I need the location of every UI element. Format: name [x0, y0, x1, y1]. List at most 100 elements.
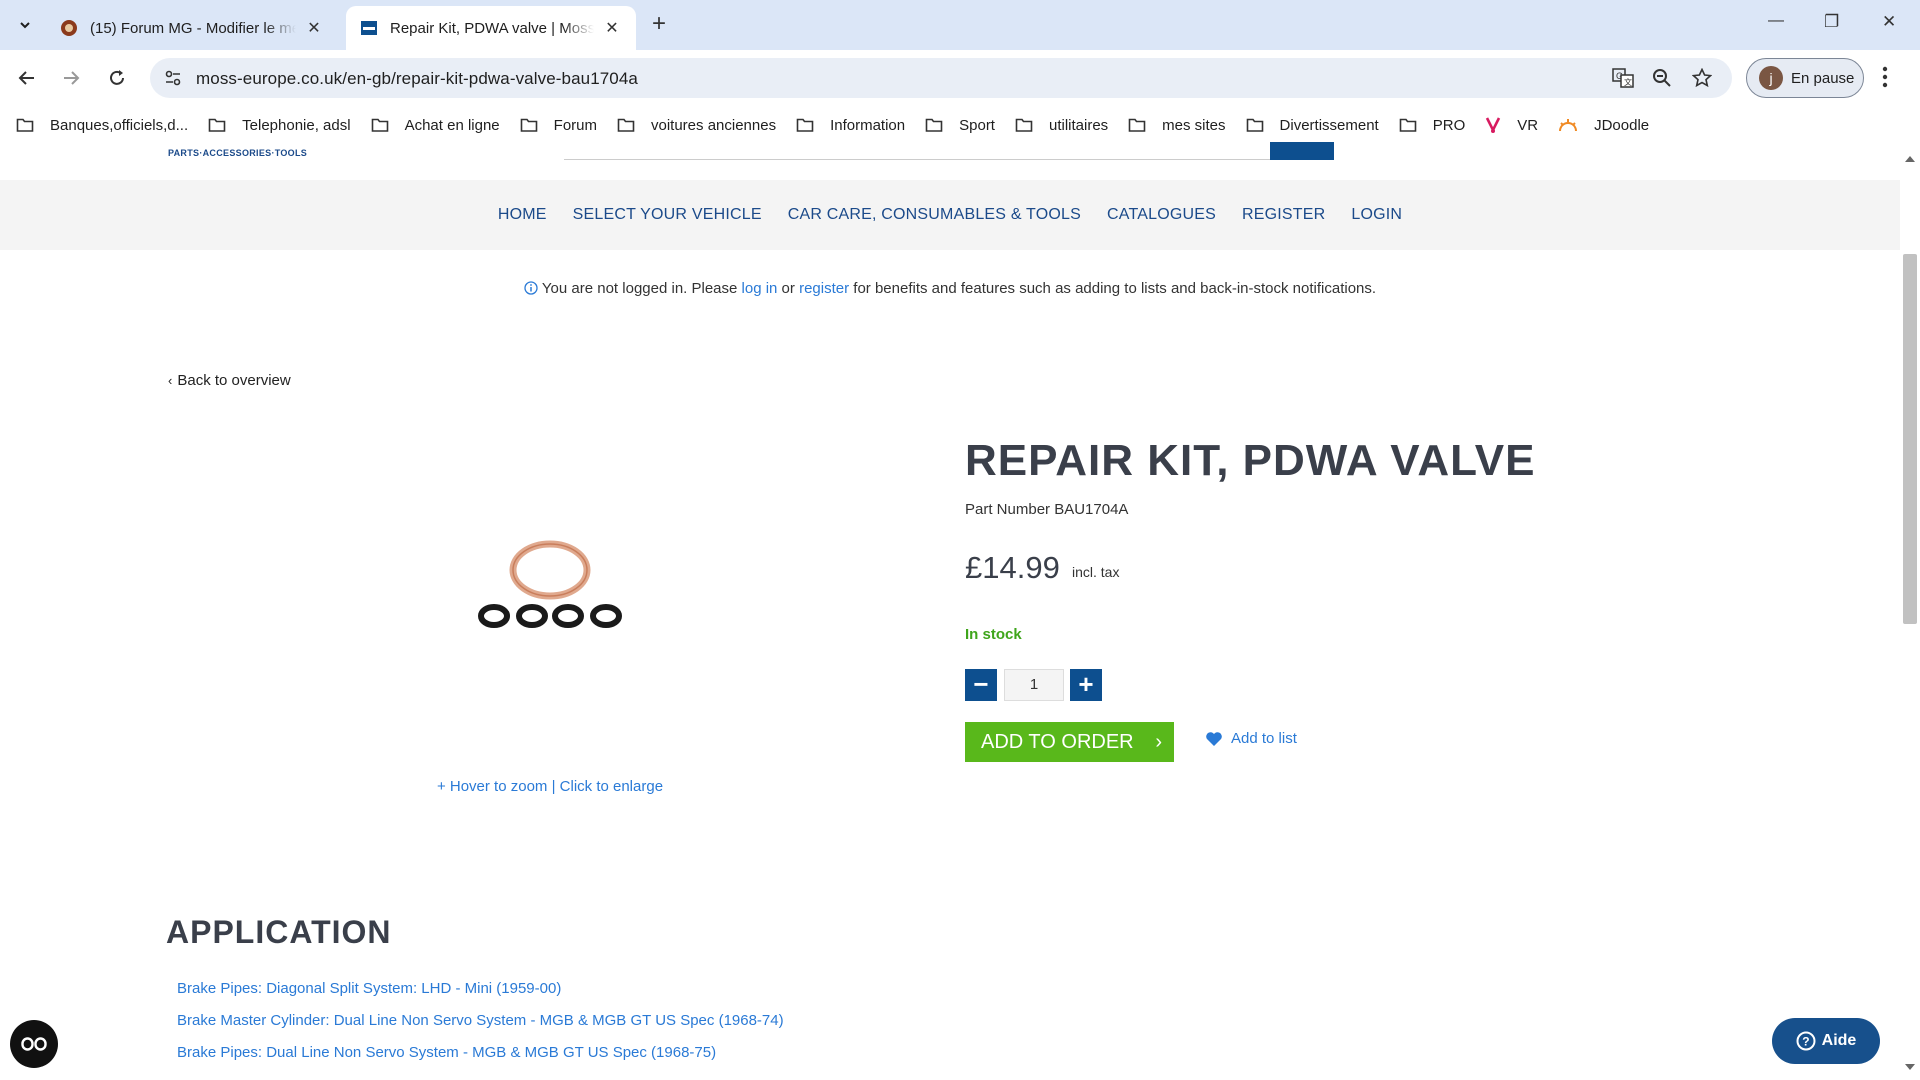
site-search-button[interactable] [1270, 142, 1334, 160]
site-search-input[interactable] [564, 142, 1334, 160]
notice-prefix: You are not logged in. Please [541, 280, 742, 297]
avatar: j [1759, 66, 1783, 90]
notice-suffix: for benefits and features such as adding… [849, 280, 1377, 297]
logo-tagline: PARTS·ACCESSORIES·TOOLS [168, 148, 308, 158]
tab-forum-mg[interactable]: (15) Forum MG - Modifier le message ✕ [46, 6, 338, 50]
folder-icon [208, 117, 234, 133]
tab-strip: (15) Forum MG - Modifier le message ✕ Re… [0, 0, 1920, 50]
nav-register[interactable]: REGISTER [1242, 206, 1325, 224]
tab-title: (15) Forum MG - Modifier le message [90, 19, 296, 37]
back-link-label: Back to overview [177, 372, 291, 389]
folder-icon [1246, 117, 1272, 133]
register-link[interactable]: register [799, 280, 849, 297]
nav-catalogues[interactable]: CATALOGUES [1107, 206, 1216, 224]
application-link[interactable]: Brake Master Cylinder: Dual Line Non Ser… [177, 1012, 784, 1029]
bookmarks-bar: Banques,officiels,d... Telephonie, adsl Ac… [0, 108, 1920, 142]
add-to-order-button[interactable]: ADD TO ORDER › [965, 722, 1174, 762]
scroll-down-icon[interactable] [1905, 1064, 1915, 1070]
quantity-minus-button[interactable]: − [965, 669, 997, 701]
chevron-right-icon: › [1155, 731, 1162, 753]
tab-moss-europe[interactable]: Repair Kit, PDWA valve | Moss Europe ✕ [346, 6, 636, 50]
bookmark-item[interactable]: Sport [925, 117, 995, 134]
folder-icon [617, 117, 643, 133]
bookmark-label: Divertissement [1279, 116, 1379, 134]
back-to-overview-link[interactable]: ‹ Back to overview [168, 372, 291, 389]
bookmark-item[interactable]: Divertissement [1246, 117, 1379, 134]
add-to-list-link[interactable]: Add to list [1205, 730, 1297, 747]
address-bar[interactable]: moss-europe.co.uk/en-gb/repair-kit-pdwa-… [150, 58, 1732, 98]
bookmark-item[interactable]: Telephonie, adsl [208, 116, 351, 134]
bookmark-item[interactable]: mes sites [1128, 117, 1226, 134]
bookmark-item[interactable]: Achat en ligne [371, 117, 500, 134]
svg-text:文: 文 [1624, 77, 1632, 87]
bookmark-item[interactable]: Forum [520, 117, 597, 134]
bookmark-label: Sport [959, 116, 995, 134]
bookmark-item[interactable]: VR [1485, 116, 1538, 134]
help-button[interactable]: ? Aide [1772, 1018, 1880, 1064]
stock-status: In stock [965, 626, 1022, 643]
minimize-button[interactable]: — [1768, 12, 1784, 30]
login-notice: You are not logged in. Please log in or … [0, 280, 1900, 297]
scroll-up-icon[interactable] [1905, 156, 1915, 162]
login-link[interactable]: log in [742, 280, 778, 297]
zoom-icon[interactable] [1652, 68, 1672, 88]
bookmark-item[interactable]: Information [796, 117, 905, 134]
bookmark-item[interactable]: JDoodle [1558, 117, 1649, 134]
site-info-icon[interactable] [164, 69, 182, 87]
bookmark-item[interactable]: utilitaires [1015, 117, 1108, 134]
nav-login[interactable]: LOGIN [1351, 206, 1402, 224]
bookmark-item[interactable]: Banques,officiels,d... [16, 117, 188, 134]
profile-button[interactable]: j En pause [1746, 58, 1864, 98]
bookmark-label: Forum [553, 116, 597, 134]
application-link[interactable]: Brake Pipes: Dual Line Non Servo System … [177, 1044, 716, 1061]
folder-icon [925, 117, 951, 133]
part-number: Part Number BAU1704A [965, 501, 1129, 518]
nav-home[interactable]: HOME [498, 206, 547, 224]
application-heading: APPLICATION [166, 914, 392, 950]
reading-mode-button[interactable] [10, 1020, 58, 1068]
close-tab-icon[interactable]: ✕ [602, 18, 622, 38]
profile-status: En pause [1791, 69, 1855, 87]
bookmark-label: Telephonie, adsl [242, 116, 351, 134]
add-to-order-label: ADD TO ORDER [981, 730, 1134, 753]
bookmark-label: JDoodle [1594, 116, 1650, 134]
product-image[interactable] [470, 534, 630, 634]
notice-middle: or [777, 280, 800, 297]
product-price: £14.99 [965, 550, 1060, 585]
forward-arrow-icon[interactable] [54, 61, 88, 95]
jdoodle-icon [1558, 117, 1586, 133]
nav-car-care[interactable]: CAR CARE, CONSUMABLES & TOOLS [788, 206, 1081, 224]
bookmark-item[interactable]: PRO [1399, 117, 1465, 134]
folder-icon [1015, 117, 1041, 133]
zoom-hint-link[interactable]: + Hover to zoom | Click to enlarge [0, 778, 1100, 795]
application-link[interactable]: Brake Pipes: Diagonal Split System: LHD … [177, 980, 561, 997]
reload-icon[interactable] [100, 61, 134, 95]
translate-icon[interactable]: G文 [1612, 68, 1634, 88]
tax-note: incl. tax [1072, 564, 1120, 580]
folder-icon [1399, 117, 1425, 133]
heart-icon [1205, 731, 1223, 747]
browser-menu-icon[interactable] [1882, 66, 1888, 88]
folder-icon [1128, 117, 1154, 133]
url-text: moss-europe.co.uk/en-gb/repair-kit-pdwa-… [196, 69, 638, 88]
bookmark-label: utilitaires [1048, 116, 1109, 134]
scrollbar-thumb[interactable] [1903, 254, 1917, 624]
tab-search-icon[interactable] [8, 8, 42, 42]
add-to-list-label: Add to list [1231, 730, 1297, 747]
bookmark-label: Information [830, 116, 906, 134]
bookmark-label: Banques,officiels,d... [50, 116, 189, 134]
quantity-input[interactable]: 1 [1004, 669, 1064, 701]
maximize-button[interactable]: ❐ [1824, 12, 1839, 32]
window-close-button[interactable]: ✕ [1882, 12, 1896, 32]
close-tab-icon[interactable]: ✕ [304, 18, 324, 38]
chevron-left-icon: ‹ [168, 373, 173, 388]
help-label: Aide [1821, 1032, 1857, 1049]
folder-icon [796, 117, 822, 133]
nav-select-vehicle[interactable]: SELECT YOUR VEHICLE [573, 206, 762, 224]
bookmark-star-icon[interactable] [1692, 68, 1712, 88]
bookmark-label: VR [1517, 116, 1539, 134]
back-arrow-icon[interactable] [10, 61, 44, 95]
quantity-plus-button[interactable]: + [1070, 669, 1102, 701]
bookmark-item[interactable]: voitures anciennes [617, 117, 776, 134]
new-tab-button[interactable]: + [652, 10, 666, 38]
